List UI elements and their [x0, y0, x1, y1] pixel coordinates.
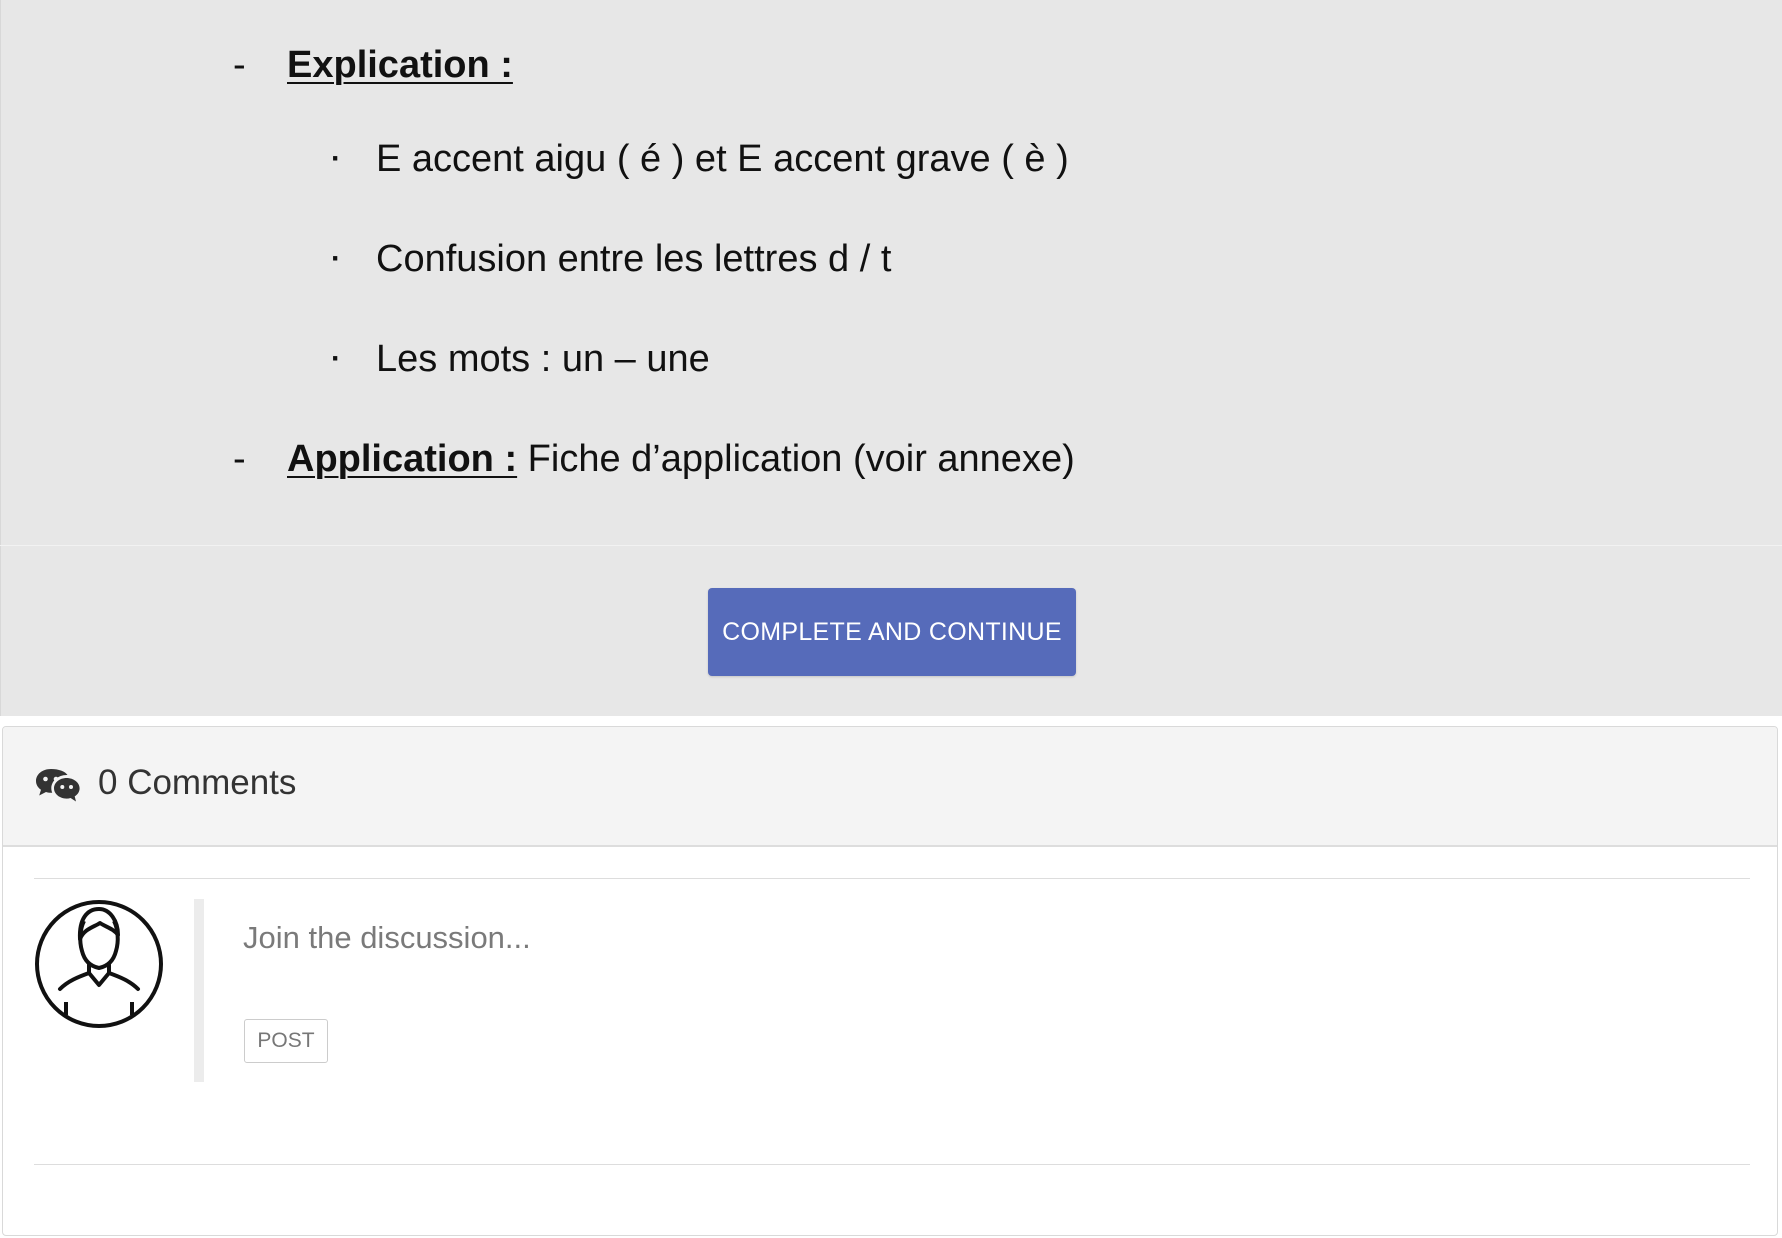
comments-panel: 0 Comments POST [2, 726, 1778, 1236]
list-item-bullet: · [331, 242, 341, 275]
list-item: Confusion entre les lettres d / t [376, 238, 892, 280]
user-avatar-icon [35, 900, 163, 1028]
application-row: Application : Fiche d’application (voir … [287, 438, 1075, 481]
divider [34, 1164, 1750, 1165]
application-text: Fiche d’application (voir annexe) [517, 438, 1075, 480]
list-item-bullet: · [331, 342, 341, 375]
lesson-actions: COMPLETE AND CONTINUE [0, 546, 1782, 716]
comments-count: 0 Comments [98, 763, 297, 802]
explication-heading: Explication : [287, 44, 513, 86]
complete-and-continue-button[interactable]: COMPLETE AND CONTINUE [708, 588, 1076, 676]
explication-bullet: - [233, 44, 246, 86]
lesson-content: - Explication : · E accent aigu ( é ) et… [0, 0, 1782, 545]
comments-header: 0 Comments [3, 727, 1777, 847]
divider [34, 878, 1750, 879]
post-button[interactable]: POST [244, 1019, 328, 1063]
comments-icon [36, 769, 80, 802]
list-item-bullet: · [331, 142, 341, 175]
list-item: Les mots : un – une [376, 338, 710, 380]
list-item: E accent aigu ( é ) et E accent grave ( … [376, 138, 1069, 180]
discussion-input[interactable] [243, 913, 1443, 963]
application-bullet: - [233, 438, 246, 480]
application-heading: Application : [287, 438, 518, 480]
comment-form-bar [194, 899, 204, 1082]
lesson-page: - Explication : · E accent aigu ( é ) et… [0, 0, 1782, 1238]
